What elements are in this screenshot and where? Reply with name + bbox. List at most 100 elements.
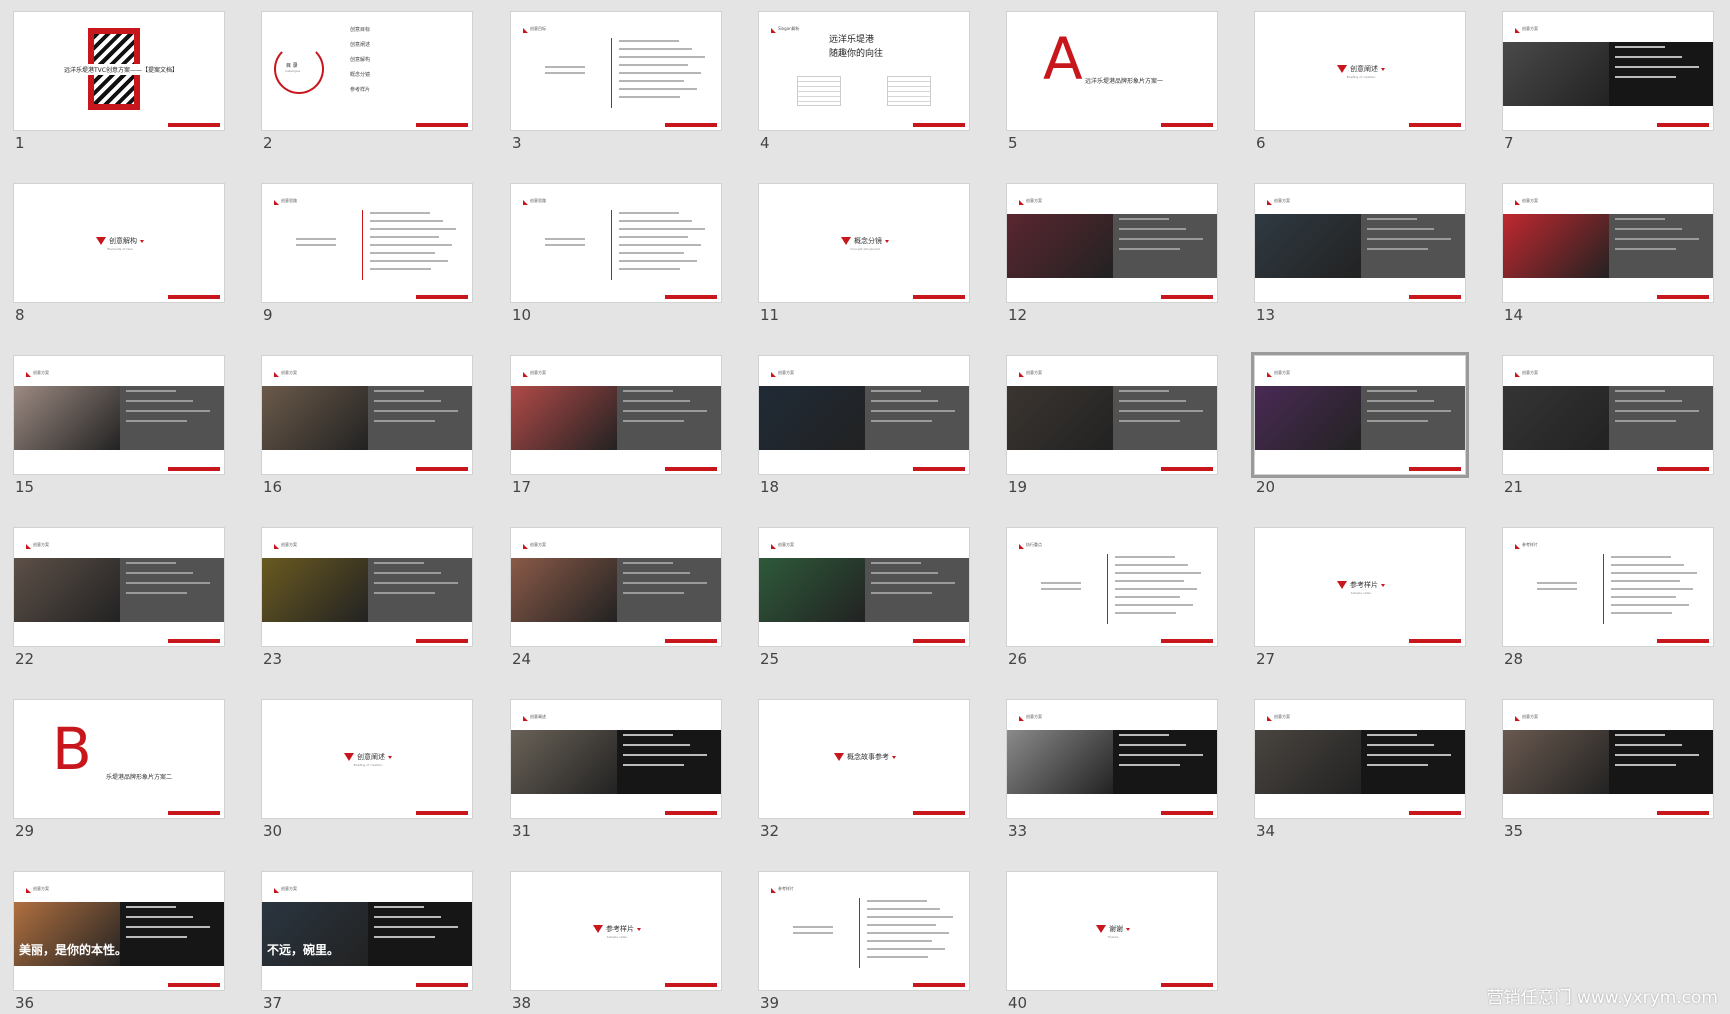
slide-thumbnail-33[interactable]: 创意方案 33: [1006, 699, 1218, 847]
footer-bar: [1657, 811, 1709, 815]
slide-thumbnail-38[interactable]: 参考样片 Sample video 38: [510, 871, 722, 1014]
triangle-icon: [593, 925, 603, 933]
slide-thumbnail-6[interactable]: 创意阐述 Briefing of creation 6: [1254, 11, 1466, 159]
slide-thumbnail-4[interactable]: Slogan解析 远洋乐堤港 随趣你的向往 4: [758, 11, 970, 159]
photo-image: [1255, 386, 1361, 450]
slide-thumbnail-3[interactable]: 创意目标 3: [510, 11, 722, 159]
text-line: [1115, 604, 1193, 606]
footer-bar: [1409, 811, 1461, 815]
slide-thumbnail-10[interactable]: 创意思路 10: [510, 183, 722, 331]
logo-mark-icon: [1019, 372, 1024, 377]
red-rule: [611, 38, 612, 108]
footer-bar: [913, 467, 965, 471]
slide-thumbnail-36[interactable]: 创意方案 美丽，是你的本性。 36: [13, 871, 225, 1014]
slide-canvas: 创意思路: [261, 183, 473, 303]
logo-mark-icon: [274, 888, 279, 893]
slide-thumbnail-14[interactable]: 创意方案 14: [1502, 183, 1714, 331]
slide-header: 创意方案: [530, 370, 546, 375]
photo-image: [1007, 386, 1113, 450]
footer-bar: [1161, 639, 1213, 643]
slide-thumbnail-18[interactable]: 创意方案 18: [758, 355, 970, 503]
slide-number: 21: [1504, 478, 1524, 496]
description-text: [374, 390, 466, 430]
slide-thumbnail-28[interactable]: 参考样片 28: [1502, 527, 1714, 675]
footer-bar: [416, 123, 468, 127]
slide-header: 创意方案: [281, 542, 297, 547]
photo-image: [1255, 730, 1361, 794]
slide-thumbnail-39[interactable]: 参考样片 39: [758, 871, 970, 1014]
section-divider: 参考样片 Sample video: [511, 924, 721, 939]
small-triangle-icon: [388, 755, 392, 759]
text-line: [619, 56, 705, 58]
slide-thumbnail-40[interactable]: 谢谢 Thanks 40: [1006, 871, 1218, 1014]
text-line: [1041, 582, 1081, 584]
text-line: [1611, 580, 1680, 582]
slide-thumbnail-11[interactable]: 概念分镜 Concept storyboard 11: [758, 183, 970, 331]
slide-thumbnail-17[interactable]: 创意方案 17: [510, 355, 722, 503]
slide-thumbnail-22[interactable]: 创意方案 22: [13, 527, 225, 675]
photo-image: [1255, 214, 1361, 278]
triangle-icon: [96, 237, 106, 245]
slide-thumbnail-5[interactable]: A 远洋乐堤港品牌形象片方案一 5: [1006, 11, 1218, 159]
big-letter: A: [1043, 25, 1083, 93]
text-line: [296, 238, 336, 240]
description-text: [1119, 734, 1211, 774]
slide-canvas: 概念分镜 Concept storyboard: [758, 183, 970, 303]
red-rule: [1603, 554, 1604, 624]
description-text: [1615, 390, 1707, 430]
footer-bar: [913, 295, 965, 299]
slide-thumbnail-35[interactable]: 创意方案 35: [1502, 699, 1714, 847]
slide-thumbnail-27[interactable]: 参考样片 Sample video 27: [1254, 527, 1466, 675]
text-line: [370, 260, 448, 262]
footer-bar: [665, 639, 717, 643]
slide-thumbnail-12[interactable]: 创意方案 12: [1006, 183, 1218, 331]
slide-thumbnail-25[interactable]: 创意方案 25: [758, 527, 970, 675]
triangle-icon: [1337, 581, 1347, 589]
slide-thumbnail-13[interactable]: 创意方案 13: [1254, 183, 1466, 331]
slide-thumbnail-8[interactable]: 创意解构 Elements of idea 8: [13, 183, 225, 331]
slide-thumbnail-9[interactable]: 创意思路 9: [261, 183, 473, 331]
footer-bar: [416, 467, 468, 471]
slide-header: 创意方案: [281, 370, 297, 375]
slide-thumbnail-2[interactable]: 目 录 Catalogue 创意目标 创意阐述 创意解构 概念分镜 参考样片 2: [261, 11, 473, 159]
small-triangle-icon: [1381, 67, 1385, 71]
slide-thumbnail-32[interactable]: 概念故事参考 32: [758, 699, 970, 847]
text-line: [1611, 588, 1693, 590]
slide-thumbnail-26[interactable]: 执行重点 26: [1006, 527, 1218, 675]
slide-thumbnail-31[interactable]: 创意阐述 31: [510, 699, 722, 847]
footer-bar: [913, 983, 965, 987]
slide-number: 27: [1256, 650, 1276, 668]
description-text: [126, 906, 218, 946]
slide-thumbnail-1[interactable]: 远洋乐堤港TVC创意方案——【提案文档】 1: [13, 11, 225, 159]
photo-image: [1503, 42, 1609, 106]
section-subtitle: 远洋乐堤港品牌形象片方案一: [1085, 78, 1164, 85]
text-line: [1115, 556, 1175, 558]
logo-mark-icon: [1267, 372, 1272, 377]
slide-canvas: 创意方案: [1006, 183, 1218, 303]
slide-thumbnail-37[interactable]: 创意方案 不远，碗里。 37: [261, 871, 473, 1014]
slide-thumbnail-15[interactable]: 创意方案 15: [13, 355, 225, 503]
slide-thumbnail-19[interactable]: 创意方案 19: [1006, 355, 1218, 503]
slide-thumbnail-7[interactable]: 创意方案 7: [1502, 11, 1714, 159]
slide-thumbnail-23[interactable]: 创意方案 23: [261, 527, 473, 675]
slide-thumbnail-29[interactable]: B 乐堤港品牌形象片方案二 29: [13, 699, 225, 847]
slide-thumbnail-34[interactable]: 创意方案 34: [1254, 699, 1466, 847]
text-line: [1115, 580, 1184, 582]
slide-thumbnail-30[interactable]: 创意阐述 Briefing of creation 30: [261, 699, 473, 847]
divider-label: 参考样片: [1350, 581, 1378, 589]
slide-number: 28: [1504, 650, 1524, 668]
slide-thumbnail-20[interactable]: 创意方案 20: [1251, 352, 1469, 503]
slide-number: 36: [15, 994, 35, 1012]
slide-thumbnail-16[interactable]: 创意方案 16: [261, 355, 473, 503]
divider-label: 谢谢: [1109, 925, 1123, 933]
slide-canvas: 创意方案: [261, 355, 473, 475]
slide-header: 创意方案: [1274, 714, 1290, 719]
logo-mark-icon: [1019, 200, 1024, 205]
footer-bar: [416, 983, 468, 987]
text-card: [887, 76, 931, 106]
slide-thumbnail-24[interactable]: 创意方案 24: [510, 527, 722, 675]
slide-canvas: 创意方案: [1006, 355, 1218, 475]
footer-bar: [416, 295, 468, 299]
slide-thumbnail-21[interactable]: 创意方案 21: [1502, 355, 1714, 503]
text-line: [867, 900, 927, 902]
